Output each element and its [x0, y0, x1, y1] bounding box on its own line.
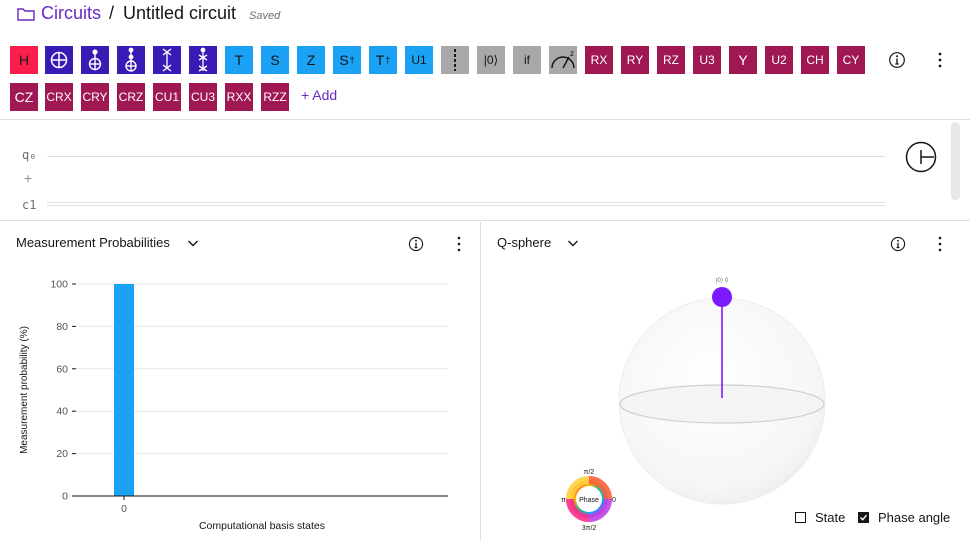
gate-rx[interactable]: RX	[585, 46, 613, 74]
circuit-title[interactable]: Untitled circuit	[123, 3, 236, 24]
qubit-wire[interactable]	[47, 156, 885, 157]
dagger-mark: †	[385, 55, 391, 65]
folder-icon[interactable]	[17, 7, 35, 21]
cnot-icon	[88, 49, 102, 71]
phase-angle-checkbox[interactable]	[858, 512, 869, 523]
dagger-mark: †	[349, 55, 355, 65]
cswap-icon	[198, 47, 208, 72]
circuit-scrollbar[interactable]	[951, 122, 960, 200]
breadcrumb-separator: /	[109, 3, 115, 23]
y-tick-label: 40	[56, 406, 68, 418]
probability-bar[interactable]	[114, 284, 134, 496]
gate-measure[interactable]: z	[549, 46, 577, 74]
info-icon[interactable]	[890, 236, 906, 252]
gate-cswap[interactable]	[189, 46, 217, 74]
circuit-canvas[interactable]: q₀ + c1	[0, 119, 970, 221]
gate-swap[interactable]	[153, 46, 181, 74]
y-tick-label: 100	[50, 279, 68, 291]
gate-u2[interactable]: U2	[765, 46, 793, 74]
gate-cz[interactable]: CZ	[10, 83, 38, 111]
oplus-icon	[50, 51, 68, 69]
gate-rzz[interactable]: RZZ	[261, 83, 289, 111]
classical-wire[interactable]	[47, 202, 885, 206]
y-tick-label: 20	[56, 448, 68, 460]
phase-label-right: 0	[612, 497, 616, 504]
gate-cu3[interactable]: CU3	[189, 83, 217, 111]
toffoli-icon	[125, 47, 137, 72]
more-icon[interactable]	[931, 50, 949, 70]
state-toggle[interactable]: State	[795, 510, 845, 525]
gate-not[interactable]	[45, 46, 73, 74]
gate-barrier[interactable]	[441, 46, 469, 74]
gate-reset[interactable]: |0⟩	[477, 46, 505, 74]
y-tick-label: 60	[56, 363, 68, 375]
qsphere-visualization[interactable]: |0⟩ 0 Phase π/2 3π/2 π 0	[482, 262, 970, 541]
swap-icon	[162, 48, 172, 72]
gate-tdg-label: T	[375, 52, 385, 68]
x-axis-label: Computational basis states	[199, 520, 325, 532]
add-qubit-button[interactable]: +	[24, 170, 32, 186]
more-icon[interactable]	[937, 235, 943, 253]
barrier-icon	[454, 49, 456, 71]
chevron-down-icon[interactable]	[187, 238, 199, 248]
probability-chart: 0 20 40 60 80 100 0 Measurement probability (…	[19, 279, 448, 532]
gate-crx[interactable]: CRX	[45, 83, 73, 111]
y-tick-label: 80	[56, 321, 68, 333]
gate-ch[interactable]: CH	[801, 46, 829, 74]
more-icon[interactable]	[456, 235, 462, 253]
svg-text:z: z	[570, 49, 574, 58]
info-icon[interactable]	[888, 51, 906, 69]
checkmark-icon	[860, 514, 868, 521]
qsphere-title[interactable]: Q-sphere	[497, 235, 551, 250]
chevron-down-icon[interactable]	[567, 238, 579, 248]
gate-u1[interactable]: U1	[405, 46, 433, 74]
x-tick-label: 0	[121, 503, 127, 515]
gate-cu1[interactable]: CU1	[153, 83, 181, 111]
state-checkbox[interactable]	[795, 512, 806, 523]
add-gate-button[interactable]: + Add	[301, 87, 337, 103]
phase-wheel-center: Phase	[579, 497, 599, 504]
gate-z[interactable]: Z	[297, 46, 325, 74]
gate-ry[interactable]: RY	[621, 46, 649, 74]
gate-toffoli[interactable]	[117, 46, 145, 74]
measure-icon: z	[551, 49, 575, 69]
header: Circuits / Untitled circuit Saved	[0, 0, 970, 32]
phase-label-top: π/2	[584, 469, 595, 476]
gate-crz[interactable]: CRZ	[117, 83, 145, 111]
gate-y[interactable]: Y	[729, 46, 757, 74]
gate-cy[interactable]: CY	[837, 46, 865, 74]
probabilities-title[interactable]: Measurement Probabilities	[16, 235, 170, 250]
state-point[interactable]	[712, 287, 732, 307]
state-label: |0⟩ 0	[716, 277, 729, 284]
probabilities-panel: Measurement Probabilities 0 20 40 60 80 100 0…	[0, 222, 481, 541]
gate-palette: H T S Z S † T † U1 |0⟩ if z RX RY RZ U3 …	[0, 40, 970, 118]
qubit-label: q₀	[22, 148, 37, 162]
qubit-state-indicator-icon[interactable]	[905, 141, 937, 173]
info-icon[interactable]	[408, 236, 424, 252]
phase-label-left: π	[561, 497, 566, 504]
gate-sdg-label: S	[339, 52, 349, 68]
y-axis-label: Measurement probability (%)	[19, 326, 30, 454]
breadcrumb-circuits-link[interactable]: Circuits	[41, 3, 101, 24]
gate-rz[interactable]: RZ	[657, 46, 685, 74]
phase-angle-toggle-label: Phase angle	[878, 510, 951, 525]
save-status: Saved	[249, 10, 281, 22]
gate-if[interactable]: if	[513, 46, 541, 74]
gate-u3[interactable]: U3	[693, 46, 721, 74]
phase-angle-toggle[interactable]: Phase angle	[858, 510, 950, 525]
classical-register-label: c1	[22, 198, 37, 212]
state-toggle-label: State	[815, 510, 846, 525]
gate-s[interactable]: S	[261, 46, 289, 74]
gate-rxx[interactable]: RXX	[225, 83, 253, 111]
gate-cnot[interactable]	[81, 46, 109, 74]
gate-sdg[interactable]: S †	[333, 46, 361, 74]
phase-label-bottom: 3π/2	[582, 525, 597, 532]
gate-t[interactable]: T	[225, 46, 253, 74]
gate-tdg[interactable]: T †	[369, 46, 397, 74]
gate-h[interactable]: H	[10, 46, 38, 74]
gate-cry[interactable]: CRY	[81, 83, 109, 111]
qsphere-panel: Q-sphere |0⟩ 0 Phase π/2 3π/2 π 0 State …	[482, 222, 970, 541]
y-tick-label: 0	[62, 491, 68, 503]
